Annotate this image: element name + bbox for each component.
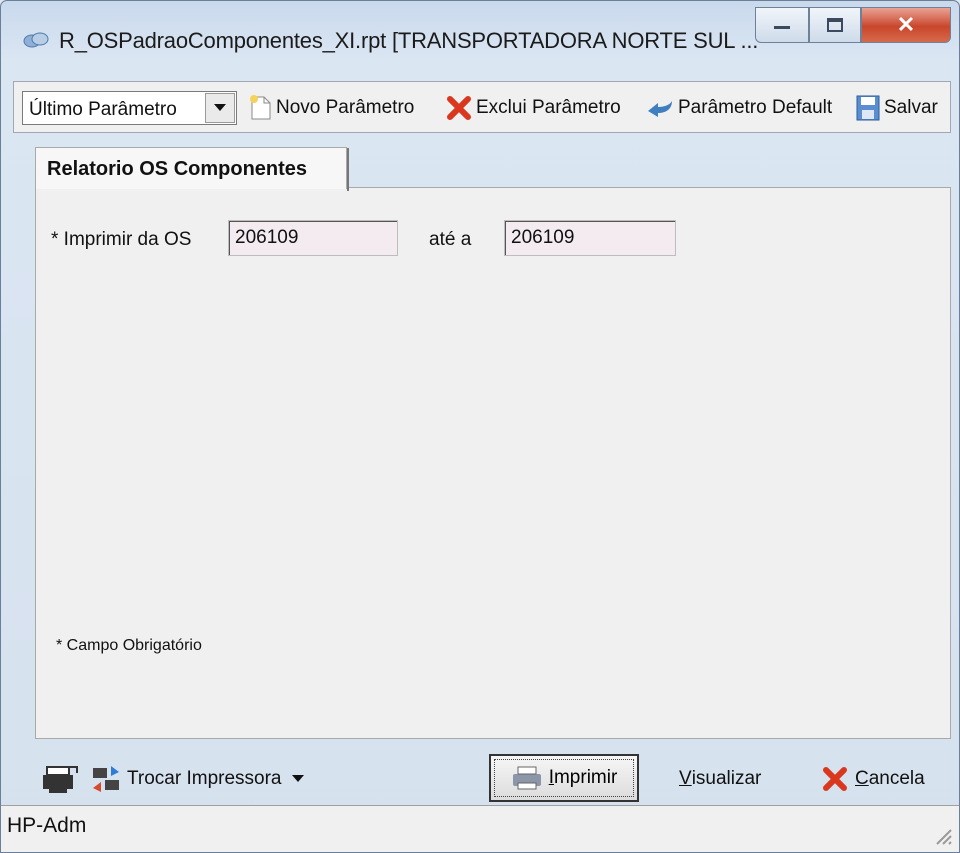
required-field-note: * Campo Obrigatório (56, 637, 202, 654)
printer-status: HP-Adm (7, 814, 87, 837)
arrow-back-icon (648, 101, 672, 117)
report-window: R_OSPadraoComponentes_XI.rpt [TRANSPORTA… (0, 0, 960, 853)
parametro-default-label: Parâmetro Default (678, 97, 833, 118)
dropdown-button[interactable] (205, 93, 235, 123)
cancela-label: ancela (868, 768, 925, 789)
delete-x-icon (447, 96, 471, 120)
chevron-down-icon (291, 775, 304, 782)
toolbar: Último Parâmetro Novo Parâmetro Exclui P… (13, 81, 951, 133)
imprimir-da-os-label: * Imprimir da OS (51, 229, 192, 250)
parameter-select[interactable]: Último Parâmetro (22, 91, 237, 125)
app-icon (23, 32, 49, 48)
exclui-parametro-button[interactable]: Exclui Parâmetro (446, 91, 621, 125)
new-document-icon (250, 95, 271, 120)
os-from-field[interactable]: 206109 (228, 220, 398, 256)
floppy-disk-icon (856, 95, 880, 121)
maximize-button[interactable] (809, 7, 861, 43)
novo-parametro-button[interactable]: Novo Parâmetro (250, 91, 414, 125)
window-title: R_OSPadraoComponentes_XI.rpt [TRANSPORTA… (59, 28, 759, 53)
visualizar-button[interactable]: Visualizar (679, 759, 761, 799)
trocar-impressora-label: Trocar Impressora (127, 768, 282, 789)
cancel-x-icon (823, 767, 847, 791)
visualizar-accesskey: V (679, 768, 692, 789)
imprimir-button[interactable]: Imprimir (489, 754, 639, 802)
printer-setup-button[interactable] (41, 759, 79, 799)
chevron-down-icon (214, 104, 226, 111)
imprimir-accesskey: I (548, 767, 554, 788)
minimize-button[interactable] (755, 7, 809, 43)
exclui-parametro-label: Exclui Parâmetro (476, 97, 621, 118)
printer-icon (512, 766, 541, 790)
salvar-label: Salvar (884, 97, 938, 118)
parameter-select-value: Último Parâmetro (29, 99, 177, 120)
minimize-icon (774, 26, 790, 29)
swap-printer-icon (93, 766, 119, 792)
status-bar: HP-Adm (1, 805, 959, 852)
resize-grip-icon[interactable] (931, 824, 953, 846)
tab-panel (35, 187, 951, 739)
title-bar[interactable]: R_OSPadraoComponentes_XI.rpt [TRANSPORTA… (1, 1, 959, 69)
parametro-default-button[interactable]: Parâmetro Default (646, 91, 832, 125)
close-button[interactable]: ✕ (861, 7, 951, 43)
printer-settings-icon (43, 766, 78, 793)
ate-a-label: até a (429, 229, 472, 250)
cancela-accesskey: C (855, 768, 869, 789)
visualizar-label: isualizar (691, 768, 762, 789)
close-icon: ✕ (896, 12, 916, 37)
bottom-bar: Trocar Impressora Imprimir Visualizar Ca… (13, 745, 951, 811)
salvar-button[interactable]: Salvar (856, 91, 938, 125)
trocar-impressora-button[interactable]: Trocar Impressora (89, 759, 304, 799)
cancela-button[interactable]: Cancela (821, 759, 925, 799)
tab-relatorio-os-componentes[interactable]: Relatorio OS Componentes (35, 147, 349, 191)
os-to-field[interactable]: 206109 (504, 220, 676, 256)
imprimir-label: mprimir (553, 767, 618, 788)
maximize-icon (827, 18, 843, 32)
novo-parametro-label: Novo Parâmetro (276, 97, 415, 118)
